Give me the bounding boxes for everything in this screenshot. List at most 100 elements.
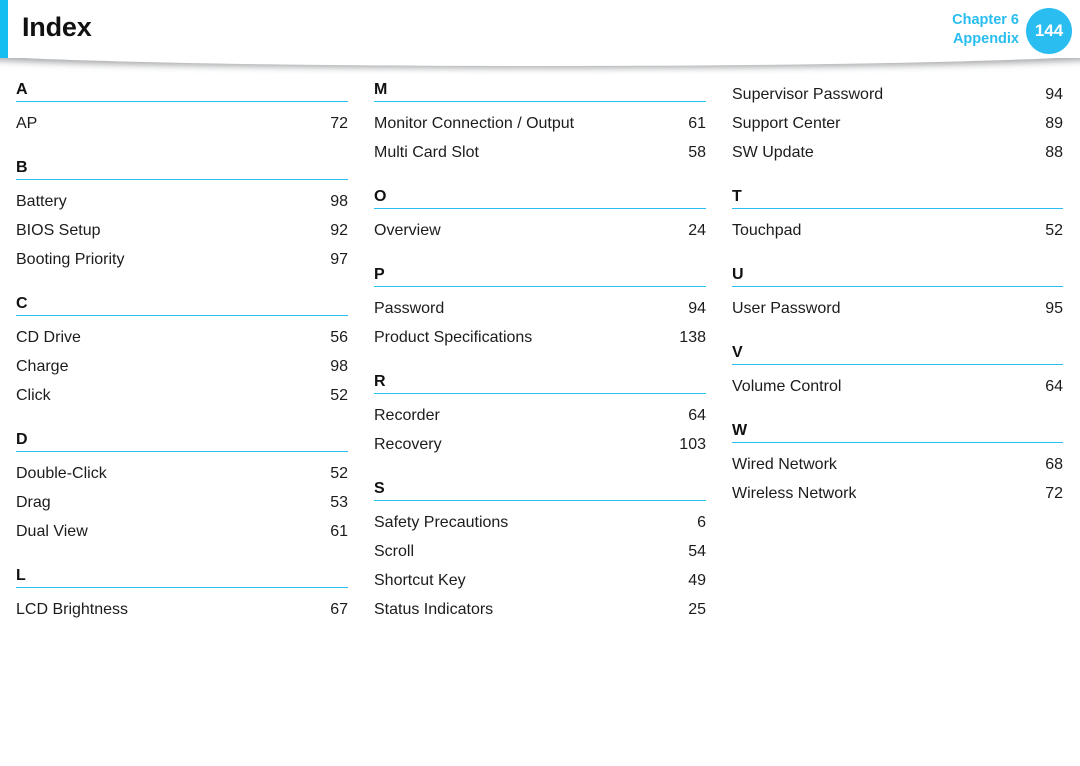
index-entry-title: SW Update bbox=[732, 144, 814, 161]
index-entry[interactable]: Touchpad 52 bbox=[732, 216, 1063, 245]
index-entry[interactable]: LCD Brightness 67 bbox=[16, 595, 348, 624]
index-entry-title: Click bbox=[16, 387, 51, 404]
index-entry[interactable]: Booting Priority 97 bbox=[16, 245, 348, 274]
index-entry-page: 58 bbox=[688, 144, 706, 161]
index-section-continued: Supervisor Password 94 Support Center 89 SW … bbox=[732, 80, 1063, 167]
index-column-1: A AP 72 B Battery 98 BIOS Setup 92 Booting Prior… bbox=[16, 80, 348, 644]
index-entry[interactable]: Support Center 89 bbox=[732, 109, 1063, 138]
index-entry-page: 53 bbox=[330, 494, 348, 511]
index-entry-page: 64 bbox=[688, 407, 706, 424]
index-entry-page: 24 bbox=[688, 222, 706, 239]
index-entry[interactable]: User Password 95 bbox=[732, 294, 1063, 323]
index-entry[interactable]: Double-Click 52 bbox=[16, 459, 348, 488]
section-letter: L bbox=[16, 567, 26, 584]
index-entry[interactable]: Dual View 61 bbox=[16, 517, 348, 546]
index-entry[interactable]: Scroll 54 bbox=[374, 537, 706, 566]
section-rule bbox=[732, 442, 1063, 443]
index-entry-page: 61 bbox=[330, 523, 348, 540]
index-column-2: M Monitor Connection / Output 61 Multi Card… bbox=[374, 80, 706, 644]
index-entry[interactable]: Click 52 bbox=[16, 381, 348, 410]
section-letter: S bbox=[374, 480, 385, 497]
index-entry-title: Recorder bbox=[374, 407, 440, 424]
section-rule bbox=[16, 101, 348, 102]
index-entry[interactable]: Wireless Network 72 bbox=[732, 479, 1063, 508]
index-entry[interactable]: Multi Card Slot 58 bbox=[374, 138, 706, 167]
index-entry-title: Support Center bbox=[732, 115, 841, 132]
header-divider-shadow bbox=[0, 58, 1080, 74]
section-rule bbox=[732, 208, 1063, 209]
index-entry-title: Volume Control bbox=[732, 378, 842, 395]
index-entry[interactable]: Recorder 64 bbox=[374, 401, 706, 430]
page-header: Index Chapter 6 Appendix 144 bbox=[0, 0, 1080, 60]
index-entry-title: Shortcut Key bbox=[374, 572, 466, 589]
page-number-badge: 144 bbox=[1026, 8, 1072, 54]
index-entry-title: Overview bbox=[374, 222, 441, 239]
index-entry-page: 72 bbox=[1045, 485, 1063, 502]
index-entry[interactable]: SW Update 88 bbox=[732, 138, 1063, 167]
section-letter: W bbox=[732, 422, 748, 439]
index-column-3: Supervisor Password 94 Support Center 89 SW … bbox=[732, 80, 1063, 528]
section-rule bbox=[374, 101, 706, 102]
index-entry[interactable]: Drag 53 bbox=[16, 488, 348, 517]
index-entry[interactable]: Battery 98 bbox=[16, 187, 348, 216]
section-rule bbox=[374, 208, 706, 209]
section-rule bbox=[732, 364, 1063, 365]
chapter-section-label: Appendix bbox=[952, 31, 1019, 47]
index-entry[interactable]: Monitor Connection / Output 61 bbox=[374, 109, 706, 138]
index-entry[interactable]: Product Specifications 138 bbox=[374, 323, 706, 352]
index-entry-title: Dual View bbox=[16, 523, 88, 540]
index-entry[interactable]: BIOS Setup 92 bbox=[16, 216, 348, 245]
index-entry-title: Safety Precautions bbox=[374, 514, 509, 531]
index-entry[interactable]: Safety Precautions 6 bbox=[374, 508, 706, 537]
index-entry-page: 52 bbox=[1045, 222, 1063, 239]
index-entry-title: BIOS Setup bbox=[16, 222, 101, 239]
index-entry[interactable]: Status Indicators 25 bbox=[374, 595, 706, 624]
index-entry[interactable]: Volume Control 64 bbox=[732, 372, 1063, 401]
section-rule bbox=[16, 179, 348, 180]
section-rule bbox=[16, 315, 348, 316]
index-entry[interactable]: Supervisor Password 94 bbox=[732, 80, 1063, 109]
index-entry-page: 138 bbox=[679, 329, 706, 346]
section-rule bbox=[16, 451, 348, 452]
index-section-v: V Volume Control 64 bbox=[732, 343, 1063, 401]
index-entry-title: Touchpad bbox=[732, 222, 802, 239]
index-entry-title: Double-Click bbox=[16, 465, 107, 482]
index-entry-title: Scroll bbox=[374, 543, 415, 560]
index-entry-page: 54 bbox=[688, 543, 706, 560]
index-entry-title: Multi Card Slot bbox=[374, 144, 479, 161]
index-entry[interactable]: Recovery 103 bbox=[374, 430, 706, 459]
section-rule bbox=[374, 286, 706, 287]
index-entry[interactable]: CD Drive 56 bbox=[16, 323, 348, 352]
index-entry-title: Monitor Connection / Output bbox=[374, 115, 575, 132]
index-entry-title: Supervisor Password bbox=[732, 86, 884, 103]
index-entry-page: 94 bbox=[688, 300, 706, 317]
section-rule bbox=[374, 500, 706, 501]
section-rule bbox=[732, 286, 1063, 287]
index-entry[interactable]: Wired Network 68 bbox=[732, 450, 1063, 479]
index-entry-title: Wireless Network bbox=[732, 485, 857, 502]
index-entry-page: 98 bbox=[330, 193, 348, 210]
index-section-t: T Touchpad 52 bbox=[732, 187, 1063, 245]
section-letter: P bbox=[374, 266, 385, 283]
index-section-r: R Recorder 64 Recovery 103 bbox=[374, 372, 706, 459]
index-section-c: C CD Drive 56 Charge 98 Click 52 bbox=[16, 294, 348, 410]
index-entry-title: User Password bbox=[732, 300, 841, 317]
index-entry-page: 52 bbox=[330, 465, 348, 482]
index-entry-title: Booting Priority bbox=[16, 251, 125, 268]
index-section-l: L LCD Brightness 67 bbox=[16, 566, 348, 624]
index-section-m: M Monitor Connection / Output 61 Multi Card… bbox=[374, 80, 706, 167]
index-entry-title: CD Drive bbox=[16, 329, 81, 346]
index-entry-title: Wired Network bbox=[732, 456, 837, 473]
index-entry[interactable]: Shortcut Key 49 bbox=[374, 566, 706, 595]
index-entry-page: 97 bbox=[330, 251, 348, 268]
index-entry[interactable]: Overview 24 bbox=[374, 216, 706, 245]
page-title: Index bbox=[22, 12, 92, 42]
index-entry[interactable]: Password 94 bbox=[374, 294, 706, 323]
index-entry-page: 67 bbox=[330, 601, 348, 618]
index-entry-title: Charge bbox=[16, 358, 69, 375]
index-entry[interactable]: AP 72 bbox=[16, 109, 348, 138]
chapter-indicator: Chapter 6 Appendix bbox=[952, 11, 1019, 49]
index-entry[interactable]: Charge 98 bbox=[16, 352, 348, 381]
index-entry-title: Drag bbox=[16, 494, 51, 511]
section-letter: R bbox=[374, 373, 386, 390]
